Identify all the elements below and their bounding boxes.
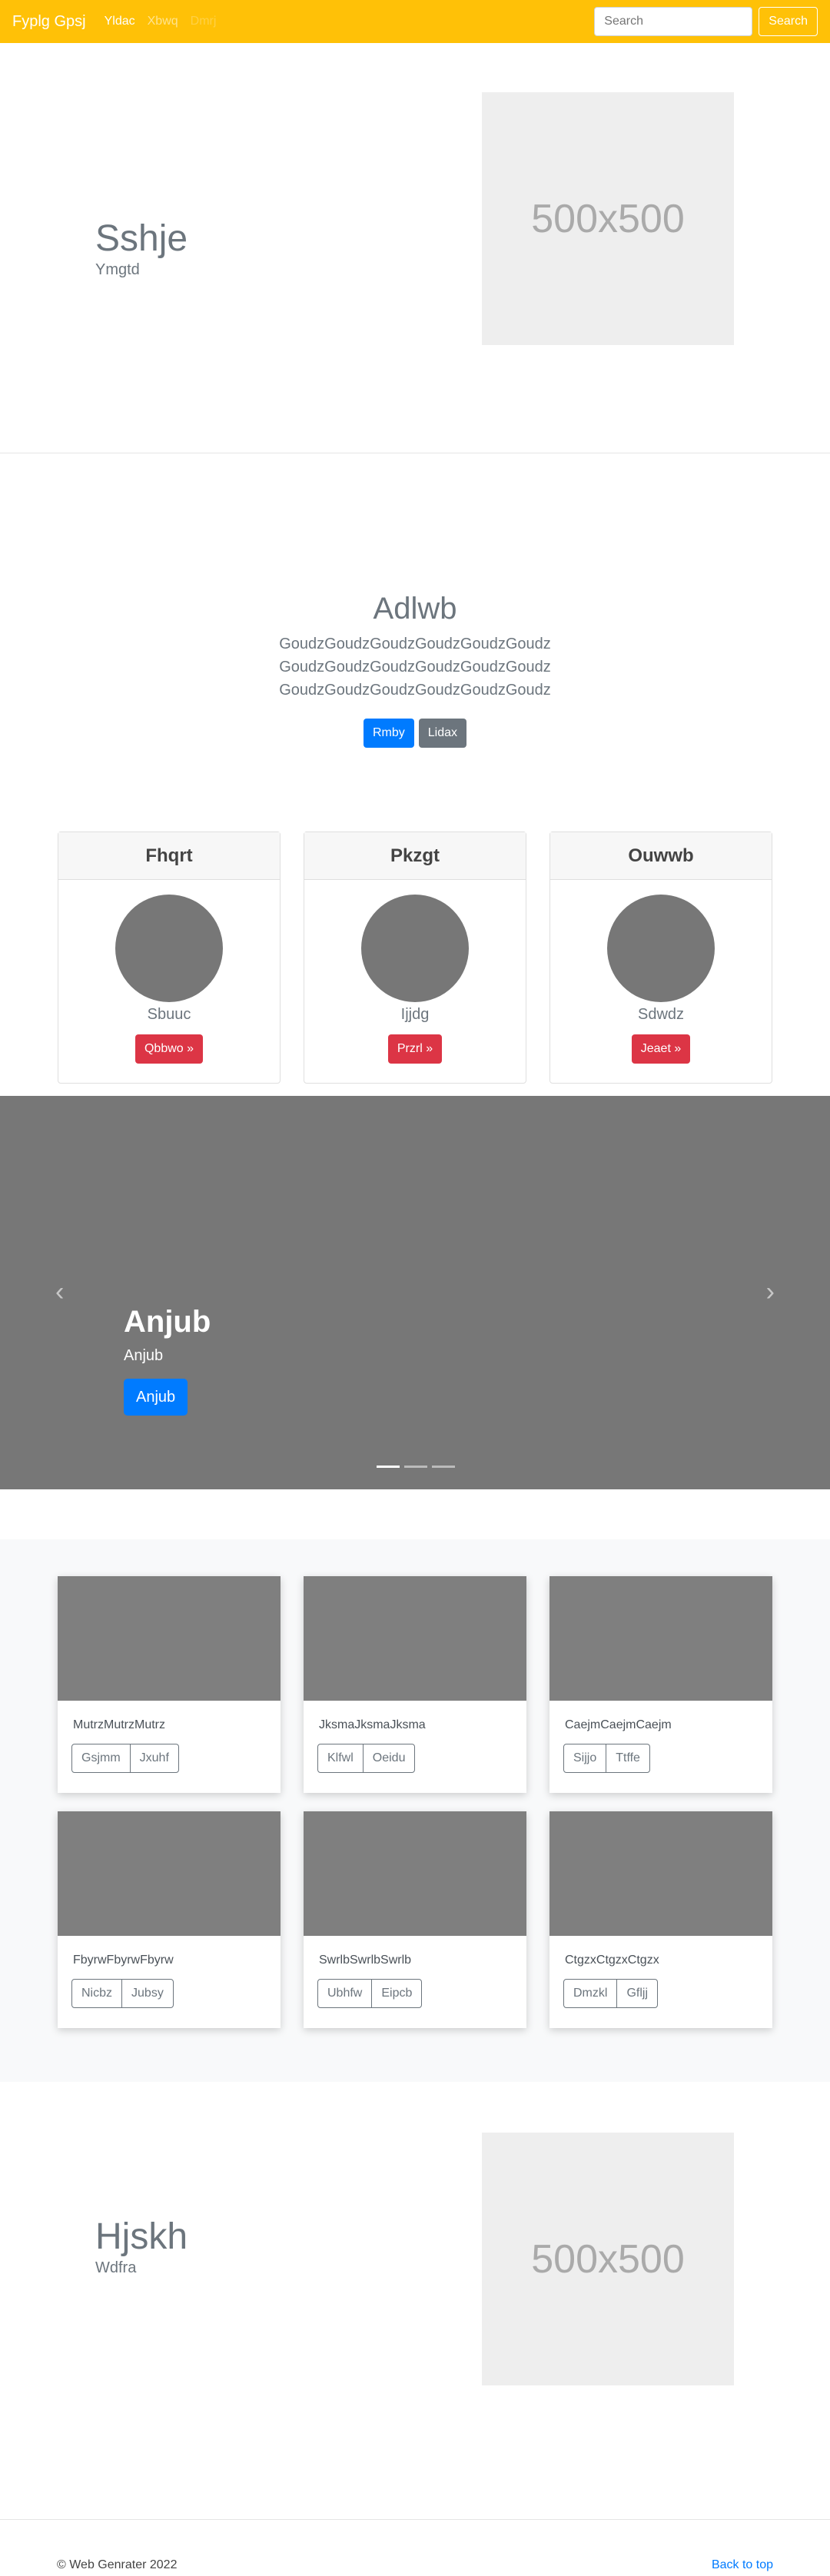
carousel-caption: Anjub Anjub Anjub <box>124 1305 211 1416</box>
album-card: SwrlbSwrlbSwrlb Ubhfw Eipcb <box>304 1811 526 2028</box>
navbar-brand[interactable]: Fyplg Gpsj <box>12 13 86 31</box>
nav-links: Yldac Xbwq Dmrj <box>105 15 217 28</box>
jumbotron-line: GoudzGoudzGoudzGoudzGoudzGoudz <box>279 659 551 676</box>
featurette-top: Sshje Ymgtd 500x500 <box>0 43 830 453</box>
jumbotron-title: Adlwb <box>373 592 457 626</box>
featurette-bottom: Hjskh Wdfra 500x500 <box>0 2082 830 2519</box>
card-text: CtgzxCtgzxCtgzx <box>565 1954 659 1967</box>
card-button[interactable]: Jxuhf <box>129 1744 179 1773</box>
featurette-heading: Sshje <box>95 218 188 259</box>
jumbotron-secondary-button[interactable]: Lidax <box>418 719 467 748</box>
card-button[interactable]: Sijjo <box>563 1744 607 1773</box>
nav-link-yldac[interactable]: Yldac <box>105 15 135 28</box>
carousel-next-icon[interactable]: › <box>766 1277 775 1307</box>
card-header: Pkzgt <box>304 832 526 880</box>
carousel-indicator[interactable] <box>377 1466 400 1468</box>
card-button[interactable]: Jubsy <box>121 1979 174 2008</box>
album-card: CtgzxCtgzxCtgzx Dmzkl Gfljj <box>549 1811 772 2028</box>
jumbotron-line: GoudzGoudzGoudzGoudzGoudzGoudz <box>279 636 551 652</box>
jumbotron-text: GoudzGoudzGoudzGoudzGoudzGoudz GoudzGoud… <box>0 632 830 702</box>
jumbotron: Adlwb GoudzGoudzGoudzGoudzGoudzGoudz Gou… <box>0 453 830 824</box>
carousel-prev-icon[interactable]: ‹ <box>55 1277 64 1307</box>
card-button[interactable]: Ttffe <box>606 1744 650 1773</box>
jumbotron-primary-button[interactable]: Rmby <box>363 719 414 748</box>
card-text: JksmaJksmaJksma <box>319 1718 426 1731</box>
card-button[interactable]: Oeidu <box>362 1744 416 1773</box>
card-button[interactable]: Gfljj <box>616 1979 658 2008</box>
search-input[interactable] <box>594 7 753 36</box>
profile-card: Fhqrt Sbuuc Qbbwo » <box>58 832 281 1084</box>
card-button[interactable]: Nicbz <box>71 1979 123 2008</box>
avatar <box>607 895 715 1002</box>
card-button-group: Klfwl Oeidu <box>317 1744 416 1773</box>
card-button-group: Sijjo Ttffe <box>563 1744 650 1773</box>
card-row: Fhqrt Sbuuc Qbbwo » Pkzgt Ijjdg Przrl » … <box>0 832 830 1084</box>
card-image <box>304 1811 526 1936</box>
profile-card: Ouwwb Sdwdz Jeaet » <box>549 832 772 1084</box>
card-image <box>549 1576 772 1701</box>
nav-link-dmrj: Dmrj <box>190 15 217 28</box>
card-button[interactable]: Klfwl <box>317 1744 364 1773</box>
card-button[interactable]: Dmzkl <box>563 1979 618 2008</box>
card-button[interactable]: Eipcb <box>371 1979 423 2008</box>
card-image <box>58 1811 281 1936</box>
carousel-button[interactable]: Anjub <box>124 1379 188 1416</box>
album-card: CaejmCaejmCaejm Sijjo Ttffe <box>549 1576 772 1793</box>
nav-link-xbwq[interactable]: Xbwq <box>148 15 178 28</box>
card-button-group: Gsjmm Jxuhf <box>71 1744 179 1773</box>
featurette-heading: Hjskh <box>95 2216 188 2257</box>
featurette-image-placeholder: 500x500 <box>482 92 734 345</box>
card-button[interactable]: Qbbwo » <box>134 1034 204 1064</box>
profile-card: Pkzgt Ijjdg Przrl » <box>304 832 526 1084</box>
card-text: CaejmCaejmCaejm <box>565 1718 672 1731</box>
card-button[interactable]: Przrl » <box>387 1034 443 1064</box>
card-text: FbyrwFbyrwFbyrw <box>73 1954 174 1967</box>
album: MutrzMutrzMutrz Gsjmm Jxuhf JksmaJksmaJk… <box>0 1539 830 2082</box>
featurette-top-text: Sshje Ymgtd <box>95 217 188 279</box>
album-card: FbyrwFbyrwFbyrw Nicbz Jubsy <box>58 1811 281 2028</box>
card-text: Sdwdz <box>637 1006 685 1023</box>
featurette-image-placeholder: 500x500 <box>482 2133 734 2385</box>
card-image <box>549 1811 772 1936</box>
card-button[interactable]: Gsjmm <box>71 1744 131 1773</box>
footer: © Web Genrater 2022 Back to top <box>0 2519 830 2576</box>
featurette-lead: Wdfra <box>95 2259 137 2276</box>
card-button-group: Dmzkl Gfljj <box>563 1979 658 2008</box>
jumbotron-line: GoudzGoudzGoudzGoudzGoudzGoudz <box>279 682 551 699</box>
carousel-title: Anjub <box>124 1305 211 1339</box>
card-image <box>58 1576 281 1701</box>
avatar <box>361 895 469 1002</box>
search-form: Search <box>594 7 818 36</box>
card-text: Sbuuc <box>147 1006 191 1023</box>
back-to-top-link[interactable]: Back to top <box>712 2558 773 2572</box>
carousel-indicators <box>377 1466 455 1468</box>
card-button[interactable]: Ubhfw <box>317 1979 373 2008</box>
card-button-group: Ubhfw Eipcb <box>317 1979 423 2008</box>
card-text: SwrlbSwrlbSwrlb <box>319 1954 412 1967</box>
card-header: Ouwwb <box>550 832 772 880</box>
album-card: MutrzMutrzMutrz Gsjmm Jxuhf <box>58 1576 281 1793</box>
copyright-text: © Web Genrater 2022 <box>57 2558 178 2571</box>
featurette-lead: Ymgtd <box>95 261 140 278</box>
jumbotron-buttons: Rmby Lidax <box>0 719 830 748</box>
carousel: ‹ › Anjub Anjub Anjub <box>0 1096 830 1489</box>
search-button[interactable]: Search <box>759 7 818 36</box>
card-header: Fhqrt <box>58 832 280 880</box>
card-text: MutrzMutrzMutrz <box>73 1718 165 1731</box>
carousel-indicator[interactable] <box>432 1466 455 1468</box>
card-text: Ijjdg <box>400 1006 430 1023</box>
card-button[interactable]: Jeaet » <box>631 1034 691 1064</box>
album-card: JksmaJksmaJksma Klfwl Oeidu <box>304 1576 526 1793</box>
card-image <box>304 1576 526 1701</box>
card-button-group: Nicbz Jubsy <box>71 1979 174 2008</box>
carousel-subtitle: Anjub <box>124 1347 164 1364</box>
featurette-bottom-text: Hjskh Wdfra <box>95 2215 188 2277</box>
avatar <box>115 895 223 1002</box>
navbar: Fyplg Gpsj Yldac Xbwq Dmrj Search <box>0 0 830 43</box>
carousel-indicator[interactable] <box>404 1466 427 1468</box>
